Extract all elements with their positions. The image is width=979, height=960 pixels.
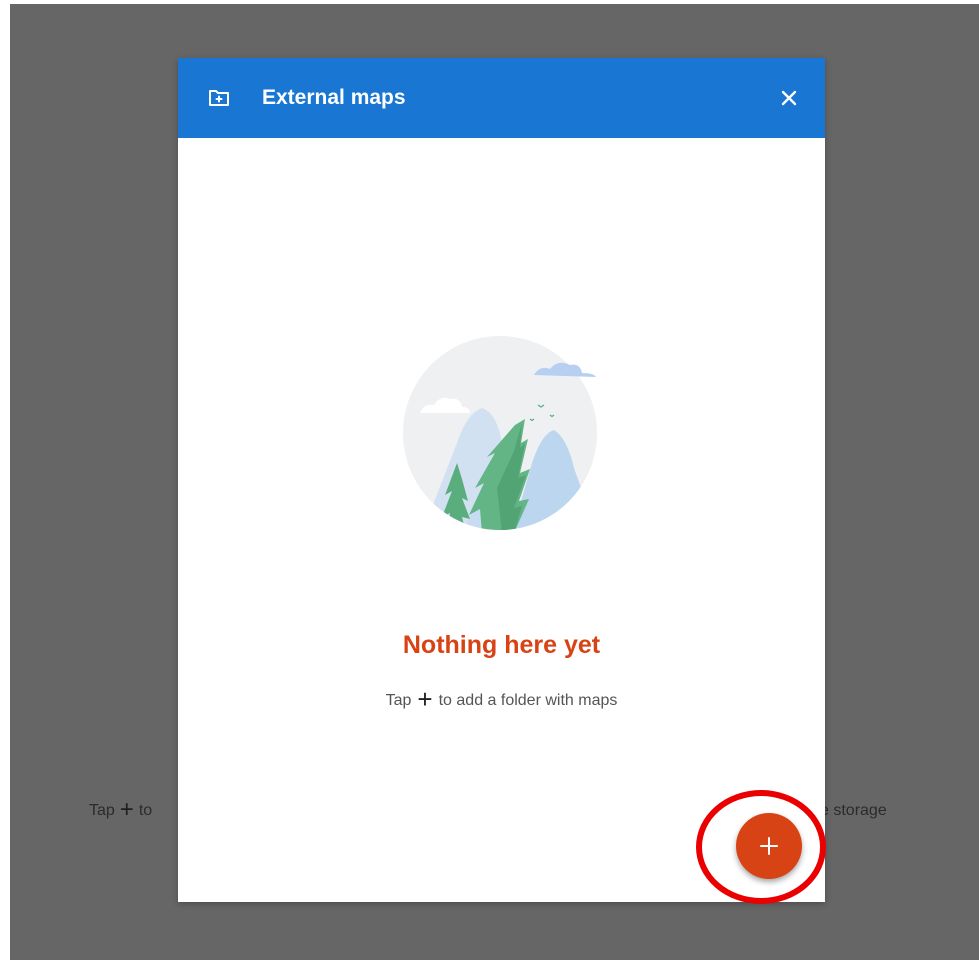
background-hint-suffix: to [138, 802, 153, 819]
empty-hint-suffix: to add a folder with maps [438, 692, 618, 709]
folder-add-icon [208, 88, 230, 108]
empty-hint-prefix: Tap [385, 692, 412, 709]
dialog-header: External maps [178, 58, 825, 138]
screen: Tap + to e storage External maps Nothing… [0, 0, 979, 960]
plus-icon [759, 836, 779, 856]
background-hint-left: Tap + to [89, 796, 153, 823]
plus-hint-icon: + [417, 684, 433, 714]
empty-state-hint: Tap + to add a folder with maps [178, 684, 825, 714]
close-icon [773, 90, 805, 118]
background-hint-right: e storage [820, 802, 887, 819]
add-folder-fab[interactable] [736, 813, 802, 879]
external-maps-dialog: External maps Nothing here yet Tap + to … [178, 58, 825, 902]
dialog-title: External maps [262, 86, 406, 109]
background-hint-prefix: Tap [89, 802, 115, 819]
empty-state-illustration [402, 333, 602, 533]
empty-state-title: Nothing here yet [402, 631, 601, 659]
background-plus-icon: + [119, 796, 134, 823]
close-button[interactable] [773, 82, 805, 114]
